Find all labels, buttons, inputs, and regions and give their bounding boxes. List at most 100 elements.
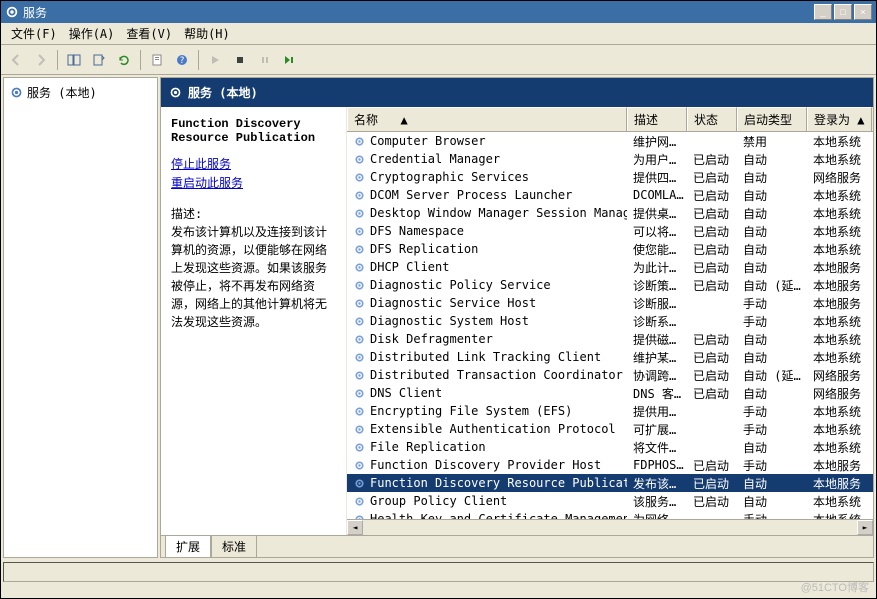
gear-icon: [353, 135, 366, 148]
tree-root-node[interactable]: 服务 (本地): [8, 82, 153, 103]
gear-icon: [353, 387, 366, 400]
service-row[interactable]: DNS ClientDNS 客…已启动自动网络服务: [347, 384, 873, 402]
service-row[interactable]: Extensible Authentication Protocol可扩展…手动…: [347, 420, 873, 438]
gear-icon: [353, 207, 366, 220]
column-headers: 名称 ▲ 描述 状态 启动类型 登录为 ▲: [347, 107, 873, 132]
gear-icon: [353, 279, 366, 292]
service-row[interactable]: File Replication将文件…自动本地系统: [347, 438, 873, 456]
service-row[interactable]: Health Key and Certificate Management为网络…: [347, 510, 873, 519]
service-row[interactable]: Desktop Window Manager Session Manager提供…: [347, 204, 873, 222]
service-row[interactable]: Group Policy Client该服务…已启动自动本地系统: [347, 492, 873, 510]
cell-logon: 网络服务: [807, 169, 872, 186]
cell-name: Computer Browser: [347, 134, 627, 148]
cell-desc: DCOMLA…: [627, 188, 687, 202]
cell-startup: 自动: [737, 169, 807, 186]
cell-status: 已启动: [687, 241, 737, 258]
service-row[interactable]: Disk Defragmenter提供磁…已启动自动本地系统: [347, 330, 873, 348]
maximize-button[interactable]: □: [834, 4, 852, 20]
cell-startup: 手动: [737, 295, 807, 312]
service-row[interactable]: DFS Namespace可以将…已启动自动本地系统: [347, 222, 873, 240]
help-button[interactable]: ?: [171, 49, 193, 71]
forward-button: [30, 49, 52, 71]
menu-view[interactable]: 查看(V): [120, 23, 178, 44]
tree-pane: 服务 (本地): [3, 77, 158, 558]
gear-icon: [353, 477, 366, 490]
minimize-button[interactable]: _: [814, 4, 832, 20]
cell-desc: 提供磁…: [627, 331, 687, 348]
service-row[interactable]: Distributed Link Tracking Client维护某…已启动自…: [347, 348, 873, 366]
cell-startup: 手动: [737, 403, 807, 420]
service-row[interactable]: Computer Browser维护网…禁用本地系统: [347, 132, 873, 150]
detail-panel: Function Discovery Resource Publication …: [161, 107, 347, 535]
cell-startup: 自动: [737, 385, 807, 402]
service-row[interactable]: DHCP Client为此计…已启动自动本地服务: [347, 258, 873, 276]
menu-help[interactable]: 帮助(H): [178, 23, 236, 44]
menu-action[interactable]: 操作(A): [63, 23, 121, 44]
menu-file[interactable]: 文件(F): [5, 23, 63, 44]
service-row[interactable]: Function Discovery Provider HostFDPHOS…已…: [347, 456, 873, 474]
cell-status: 已启动: [687, 367, 737, 384]
tab-extended[interactable]: 扩展: [165, 535, 211, 557]
service-row[interactable]: Diagnostic Policy Service诊断策…已启动自动 (延…本地…: [347, 276, 873, 294]
cell-desc: 维护网…: [627, 133, 687, 150]
col-startup[interactable]: 启动类型: [737, 107, 807, 131]
restart-service-button[interactable]: [279, 49, 301, 71]
detail-header: 服务 (本地): [161, 78, 873, 107]
properties-button[interactable]: [146, 49, 168, 71]
cell-desc: 提供用…: [627, 403, 687, 420]
cell-name: Disk Defragmenter: [347, 332, 627, 346]
col-name[interactable]: 名称 ▲: [347, 107, 627, 131]
service-list[interactable]: Computer Browser维护网…禁用本地系统Credential Man…: [347, 132, 873, 519]
show-hide-button[interactable]: [63, 49, 85, 71]
service-row[interactable]: Encrypting File System (EFS)提供用…手动本地系统: [347, 402, 873, 420]
tab-standard[interactable]: 标准: [211, 535, 257, 557]
close-button[interactable]: ×: [854, 4, 872, 20]
restart-service-link[interactable]: 重启动此服务: [171, 174, 336, 191]
service-row[interactable]: DCOM Server Process LauncherDCOMLA…已启动自动…: [347, 186, 873, 204]
cell-logon: 本地系统: [807, 313, 872, 330]
gear-icon: [353, 495, 366, 508]
tab-bar: 扩展 标准: [161, 535, 873, 557]
cell-name: Extensible Authentication Protocol: [347, 422, 627, 436]
gear-icon: [353, 369, 366, 382]
cell-logon: 本地系统: [807, 241, 872, 258]
start-service-button: [204, 49, 226, 71]
service-row[interactable]: Diagnostic System Host诊断系…手动本地系统: [347, 312, 873, 330]
service-row[interactable]: Diagnostic Service Host诊断服…手动本地服务: [347, 294, 873, 312]
service-row[interactable]: DFS Replication使您能…已启动自动本地系统: [347, 240, 873, 258]
cell-startup: 自动: [737, 475, 807, 492]
refresh-button[interactable]: [113, 49, 135, 71]
cell-status: 已启动: [687, 169, 737, 186]
col-desc[interactable]: 描述: [627, 107, 687, 131]
cell-desc: 发布该…: [627, 475, 687, 492]
scroll-left-button[interactable]: ◄: [347, 520, 363, 535]
export-button[interactable]: [88, 49, 110, 71]
service-row[interactable]: Distributed Transaction Coordinator协调跨…已…: [347, 366, 873, 384]
pause-service-button: [254, 49, 276, 71]
cell-desc: 为网络…: [627, 511, 687, 520]
cell-name: File Replication: [347, 440, 627, 454]
cell-name: Function Discovery Provider Host: [347, 458, 627, 472]
cell-logon: 本地系统: [807, 205, 872, 222]
gear-icon: [353, 189, 366, 202]
col-status[interactable]: 状态: [687, 107, 737, 131]
gear-icon: [353, 459, 366, 472]
tree-root-label: 服务 (本地): [27, 84, 97, 101]
cell-startup: 自动: [737, 205, 807, 222]
cell-logon: 本地服务: [807, 475, 872, 492]
service-row[interactable]: Credential Manager为用户…已启动自动本地系统: [347, 150, 873, 168]
cell-desc: 可以将…: [627, 223, 687, 240]
col-logon[interactable]: 登录为 ▲: [807, 107, 872, 131]
service-row[interactable]: Function Discovery Resource Publication发…: [347, 474, 873, 492]
cell-startup: 手动: [737, 457, 807, 474]
cell-name: Distributed Link Tracking Client: [347, 350, 627, 364]
stop-service-button[interactable]: [229, 49, 251, 71]
cell-name: DFS Namespace: [347, 224, 627, 238]
toolbar: ?: [1, 45, 876, 75]
desc-label: 描述:: [171, 205, 336, 223]
service-row[interactable]: Cryptographic Services提供四…已启动自动网络服务: [347, 168, 873, 186]
stop-service-link[interactable]: 停止此服务: [171, 155, 336, 172]
scroll-right-button[interactable]: ►: [857, 520, 873, 535]
cell-desc: 协调跨…: [627, 367, 687, 384]
horizontal-scrollbar[interactable]: ◄ ►: [347, 519, 873, 535]
